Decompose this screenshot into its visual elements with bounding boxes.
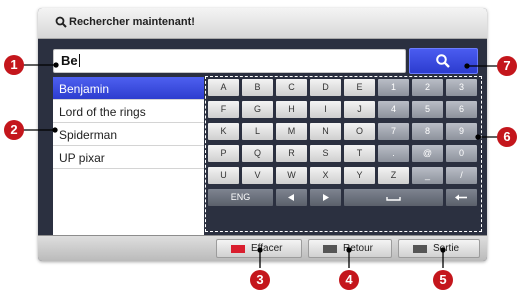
callout-2: 2 (4, 120, 24, 140)
callout-5: 5 (433, 270, 453, 290)
callout-6: 6 (497, 127, 517, 147)
callout-1: 1 (4, 55, 24, 75)
callout-7: 7 (497, 56, 517, 76)
callout-4: 4 (339, 270, 359, 290)
callout-3: 3 (250, 270, 270, 290)
callout-lines (21, 62, 500, 268)
